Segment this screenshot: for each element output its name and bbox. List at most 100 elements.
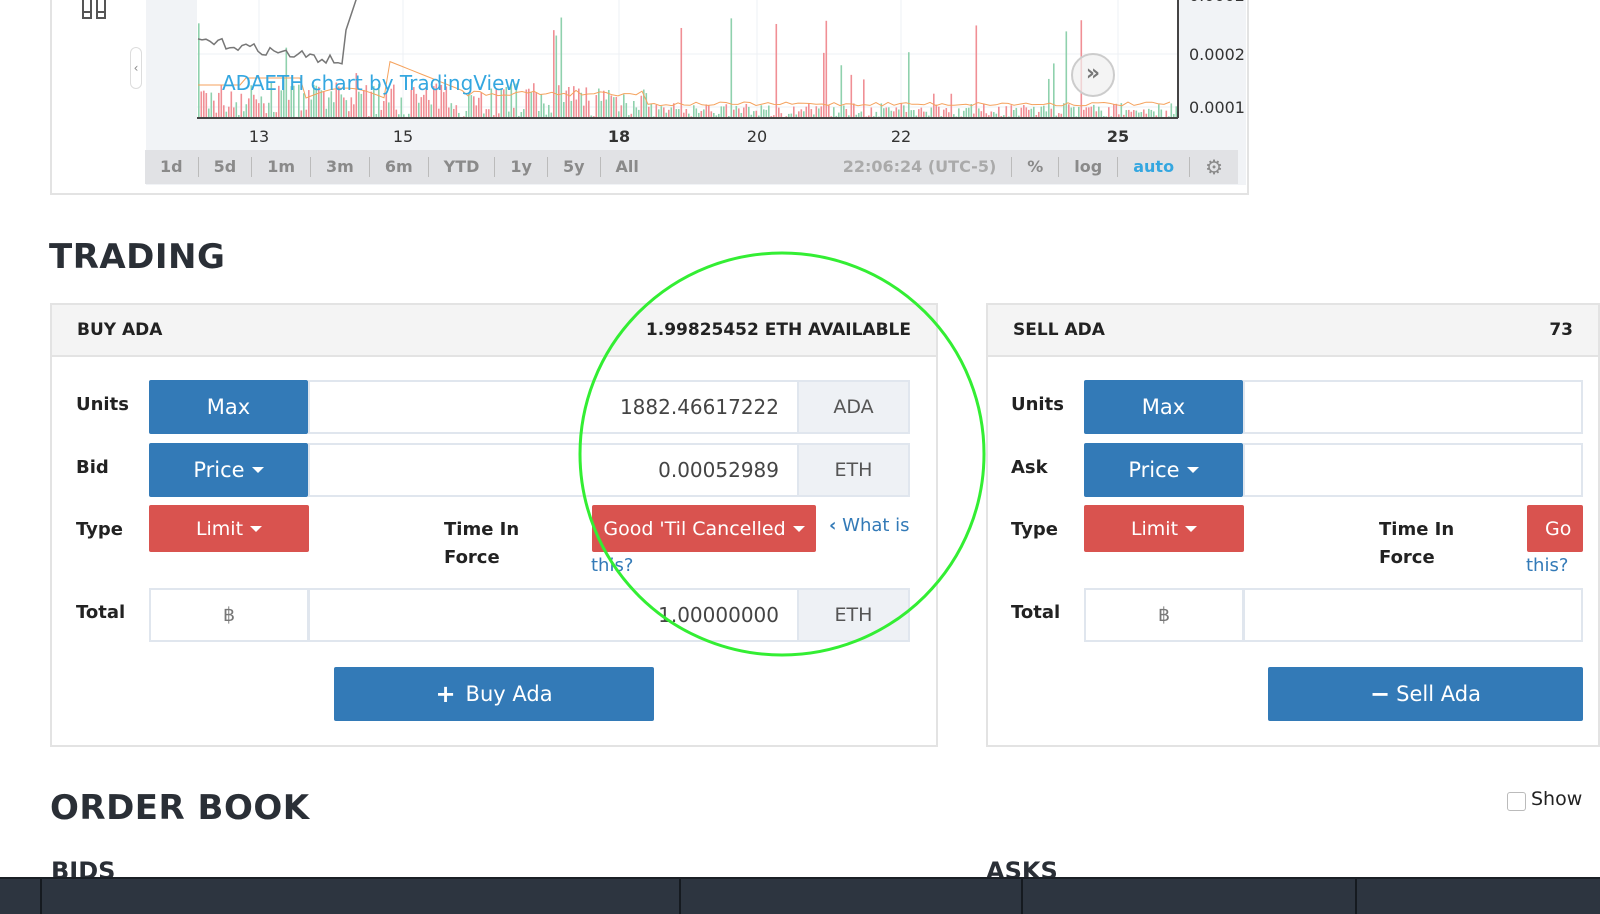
volume-bar <box>603 90 605 117</box>
volume-bar <box>245 104 248 117</box>
volume-bar <box>533 83 535 117</box>
volume-bar <box>960 116 963 117</box>
sell-tif-dropdown[interactable]: Go <box>1527 505 1583 552</box>
volume-bar <box>728 115 730 117</box>
volume-bar <box>200 91 203 117</box>
settings-gear-icon[interactable]: ⚙ <box>1190 157 1238 177</box>
sell-max-button[interactable]: Max <box>1084 380 1243 434</box>
volume-bar <box>733 109 735 117</box>
order-type-dropdown[interactable]: Limit <box>149 505 309 552</box>
volume-bar <box>1135 110 1138 117</box>
volume-bar <box>913 110 915 117</box>
volume-bar <box>875 111 878 117</box>
sell-price-dropdown[interactable]: Price <box>1084 443 1243 497</box>
range-5y[interactable]: 5y <box>548 157 601 177</box>
volume-bar <box>483 113 485 117</box>
volume-bar <box>558 85 560 117</box>
volume-bar <box>993 112 995 117</box>
sell-total-input[interactable] <box>1243 588 1583 642</box>
volume-bar <box>368 116 370 117</box>
volume-bar <box>948 112 950 117</box>
volume-bar <box>805 106 808 117</box>
volume-bar <box>235 102 238 117</box>
range-ytd[interactable]: YTD <box>429 157 496 177</box>
range-3m[interactable]: 3m <box>311 157 370 177</box>
range-all[interactable]: All <box>601 157 654 177</box>
volume-bar <box>383 101 385 117</box>
volume-bar <box>768 105 770 117</box>
volume-bar <box>513 107 515 117</box>
volume-bar <box>1008 116 1010 117</box>
volume-bar <box>610 95 613 117</box>
volume-bar <box>330 91 333 117</box>
volume-bar <box>568 86 570 117</box>
sell-what-is-this-link[interactable]: this? <box>1526 555 1568 576</box>
sell-title: SELL ADA <box>1013 320 1105 340</box>
ask-input[interactable] <box>1243 443 1583 497</box>
show-checkbox[interactable] <box>1507 792 1526 811</box>
volume-bar <box>340 94 343 117</box>
volume-bar <box>575 99 578 117</box>
volume-bar <box>345 100 348 117</box>
max-button[interactable]: Max <box>149 380 308 434</box>
volume-bar <box>678 109 680 117</box>
volume-bar <box>223 105 225 117</box>
auto-toggle[interactable]: auto <box>1118 157 1191 177</box>
volume-bar <box>275 112 278 117</box>
volume-bar <box>1110 116 1113 117</box>
percent-toggle[interactable]: % <box>1012 157 1060 177</box>
volume-bar <box>933 93 935 117</box>
volume-bar <box>638 109 640 117</box>
volume-bar <box>238 115 240 117</box>
type-label: Type <box>76 519 123 540</box>
sell-ada-button[interactable]: − Sell Ada <box>1268 667 1583 721</box>
volume-bar <box>1033 106 1035 117</box>
chart-watermark[interactable]: ADAETH chart by TradingView <box>222 71 521 95</box>
volume-bar <box>870 107 873 117</box>
caret-down-icon <box>251 467 264 473</box>
sell-available: 73 <box>1549 320 1573 340</box>
volume-bar <box>713 112 715 117</box>
x-tick-label: 18 <box>608 127 630 146</box>
volume-bar <box>855 114 858 117</box>
volume-bar <box>725 104 728 117</box>
volume-bar <box>900 103 903 117</box>
log-toggle[interactable]: log <box>1059 157 1119 177</box>
scroll-to-latest-button[interactable]: » <box>1071 53 1115 97</box>
range-1d[interactable]: 1d <box>145 157 199 177</box>
x-tick-label: 13 <box>249 127 269 146</box>
chart-range-toolbar: 1d 5d 1m 3m 6m YTD 1y 5y All 22:06:24 (U… <box>145 150 1238 184</box>
volume-bar <box>625 103 628 117</box>
collapse-toolbar-button[interactable]: ‹ <box>130 47 142 89</box>
sell-units-input[interactable] <box>1243 380 1583 434</box>
order-book-table-header <box>0 877 1600 914</box>
volume-bar <box>810 109 813 117</box>
volume-bar <box>1088 107 1090 117</box>
volume-bar <box>530 92 533 117</box>
range-1m[interactable]: 1m <box>252 157 311 177</box>
volume-bar <box>668 109 670 117</box>
volume-bar <box>508 111 510 117</box>
sell-order-type-dropdown[interactable]: Limit <box>1084 505 1244 552</box>
price-dropdown[interactable]: Price <box>149 443 308 497</box>
volume-bar <box>1058 113 1060 117</box>
volume-bar <box>1000 116 1003 117</box>
volume-bar <box>1048 78 1050 117</box>
range-1y[interactable]: 1y <box>495 157 548 177</box>
volume-bar <box>480 92 483 117</box>
volume-bar <box>1020 107 1023 117</box>
volume-bar <box>760 105 763 117</box>
volume-bar <box>818 108 820 117</box>
volume-bar <box>350 97 353 117</box>
magnet-tool-icon[interactable] <box>80 0 108 22</box>
volume-bar <box>885 107 888 117</box>
range-5d[interactable]: 5d <box>199 157 253 177</box>
volume-bar <box>398 114 400 117</box>
volume-bar <box>473 96 475 117</box>
volume-bar <box>450 103 453 117</box>
range-6m[interactable]: 6m <box>370 157 429 177</box>
order-book-heading: ORDER BOOK <box>50 788 310 828</box>
volume-bar <box>215 112 218 117</box>
volume-bar <box>850 74 853 117</box>
buy-ada-button[interactable]: + Buy Ada <box>334 667 654 721</box>
